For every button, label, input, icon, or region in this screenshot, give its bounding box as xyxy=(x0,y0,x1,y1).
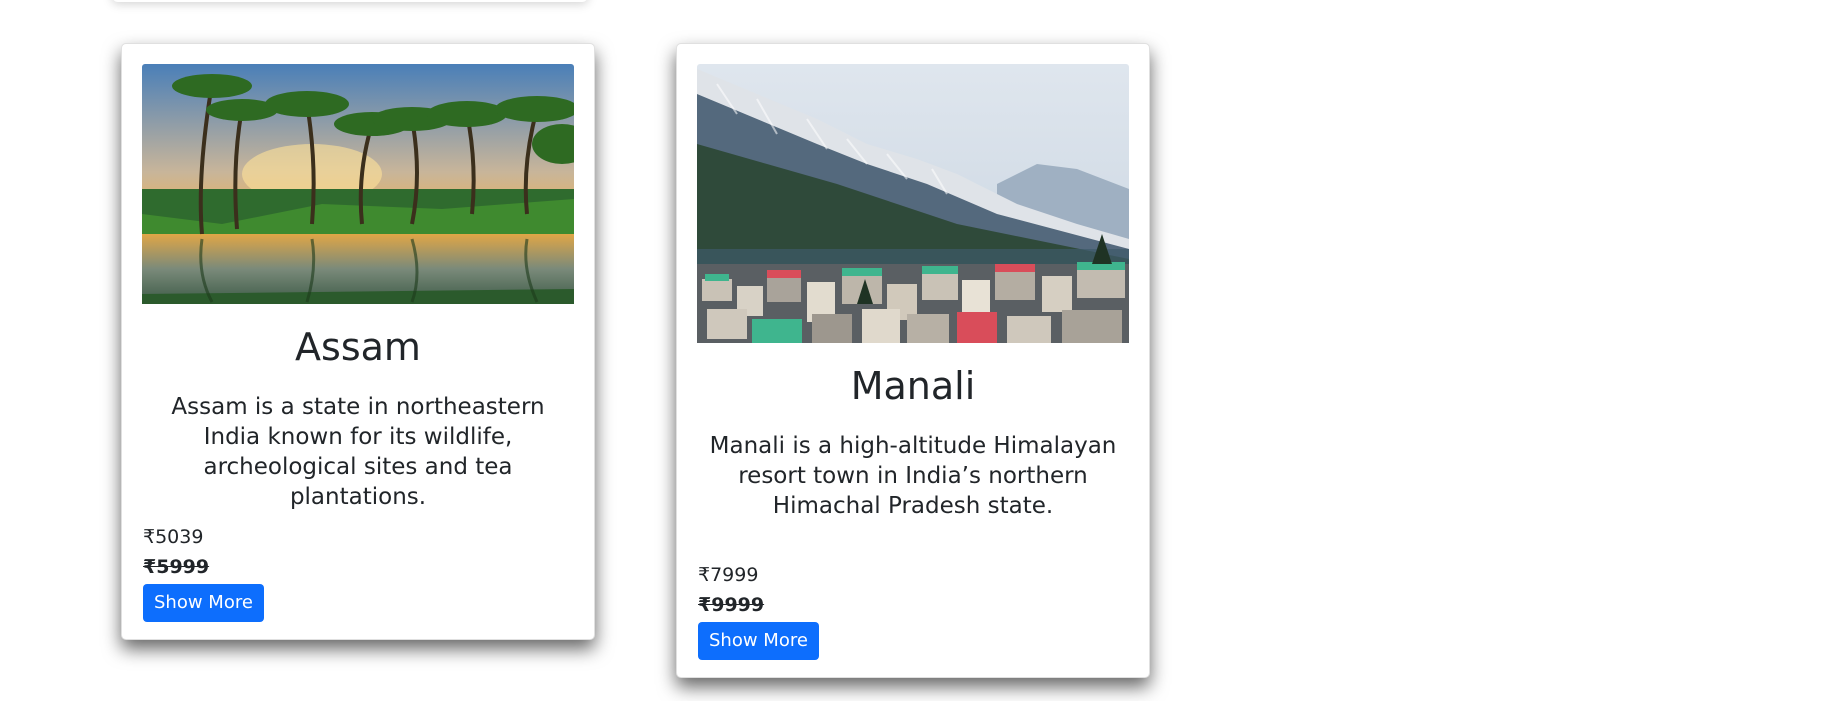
destination-card-assam: Assam Assam is a state in northeastern I… xyxy=(121,43,595,640)
card-description: Manali is a high-altitude Himalayan reso… xyxy=(709,433,1117,519)
discounted-price: ₹5039 xyxy=(143,526,204,548)
show-more-button[interactable]: Show More xyxy=(143,584,264,622)
discounted-price: ₹7999 xyxy=(698,564,759,586)
destination-card-manali: Manali Manali is a high-altitude Himalay… xyxy=(676,43,1150,678)
show-more-button[interactable]: Show More xyxy=(698,622,819,660)
original-price: ₹5999 xyxy=(143,556,210,578)
card-title: Manali xyxy=(850,364,976,408)
original-price: ₹9999 xyxy=(698,594,765,616)
previous-card-edge xyxy=(112,0,588,2)
card-description: Assam is a state in northeastern India k… xyxy=(171,394,545,510)
price-block: ₹7999 ₹9999 Show More xyxy=(698,560,819,660)
manali-image xyxy=(697,64,1129,343)
price-block: ₹5039 ₹5999 Show More xyxy=(143,522,264,622)
card-title: Assam xyxy=(295,325,421,369)
assam-image xyxy=(142,64,574,304)
